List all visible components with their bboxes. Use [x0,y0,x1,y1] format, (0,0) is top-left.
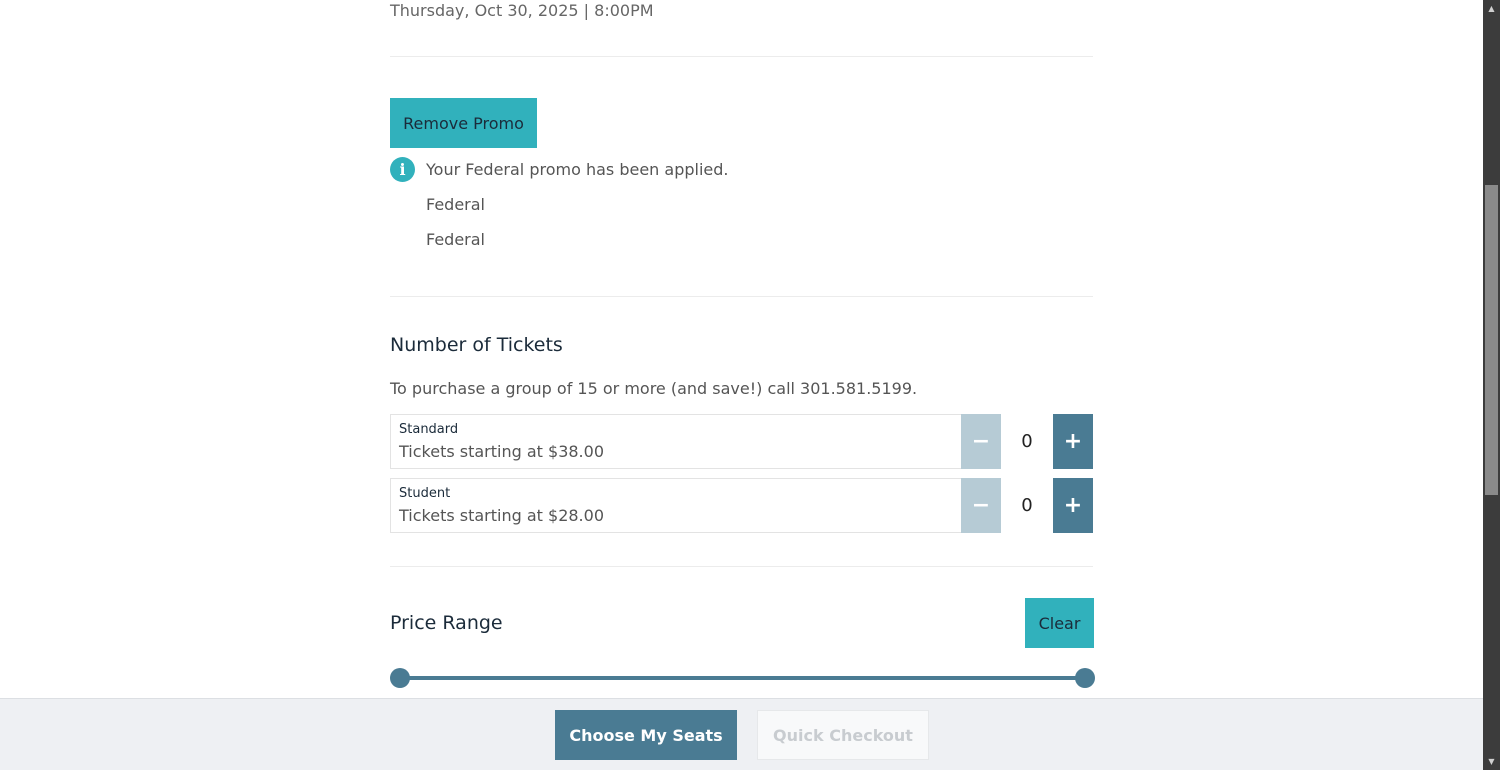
divider [390,296,1093,297]
quantity-stepper: − 0 + [961,414,1093,469]
price-range-slider-track[interactable] [399,676,1085,680]
ticket-price-text: Tickets starting at $28.00 [399,506,604,525]
ticket-row-standard: Standard Tickets starting at $38.00 − 0 … [390,414,1093,469]
quantity-stepper: − 0 + [961,478,1093,533]
price-range-max-handle[interactable] [1075,668,1095,688]
promo-applied-message: i Your Federal promo has been applied. [390,157,729,182]
info-icon: i [390,157,415,182]
price-range-title: Price Range [390,612,503,634]
event-date-time: Thursday, Oct 30, 2025 | 8:00PM [390,1,654,20]
divider [390,56,1093,57]
group-purchase-note: To purchase a group of 15 or more (and s… [390,379,918,398]
increment-button[interactable]: + [1053,414,1093,469]
remove-promo-button[interactable]: Remove Promo [390,98,537,148]
promo-item: Federal [426,195,485,214]
page: Thursday, Oct 30, 2025 | 8:00PM Remove P… [0,0,1500,770]
scroll-up-arrow-icon[interactable]: ▲ [1483,0,1500,17]
promo-message-text: Your Federal promo has been applied. [426,160,729,179]
scrollbar-thumb[interactable] [1485,185,1498,495]
quick-checkout-button[interactable]: Quick Checkout [757,710,929,760]
vertical-scrollbar[interactable]: ▲ ▼ [1483,0,1500,770]
quantity-value[interactable]: 0 [1001,414,1053,469]
footer-action-bar: Choose My Seats Quick Checkout [0,698,1483,770]
ticket-type-name: Standard [399,422,459,437]
scroll-down-arrow-icon[interactable]: ▼ [1483,753,1500,770]
ticket-price-text: Tickets starting at $38.00 [399,442,604,461]
choose-my-seats-button[interactable]: Choose My Seats [555,710,737,760]
ticket-type-name: Student [399,486,451,501]
decrement-button[interactable]: − [961,414,1001,469]
divider [390,566,1093,567]
quantity-value[interactable]: 0 [1001,478,1053,533]
clear-price-range-button[interactable]: Clear [1025,598,1094,648]
promo-item: Federal [426,230,485,249]
increment-button[interactable]: + [1053,478,1093,533]
decrement-button[interactable]: − [961,478,1001,533]
number-of-tickets-title: Number of Tickets [390,334,563,356]
price-range-min-handle[interactable] [390,668,410,688]
ticket-row-student: Student Tickets starting at $28.00 − 0 + [390,478,1093,533]
